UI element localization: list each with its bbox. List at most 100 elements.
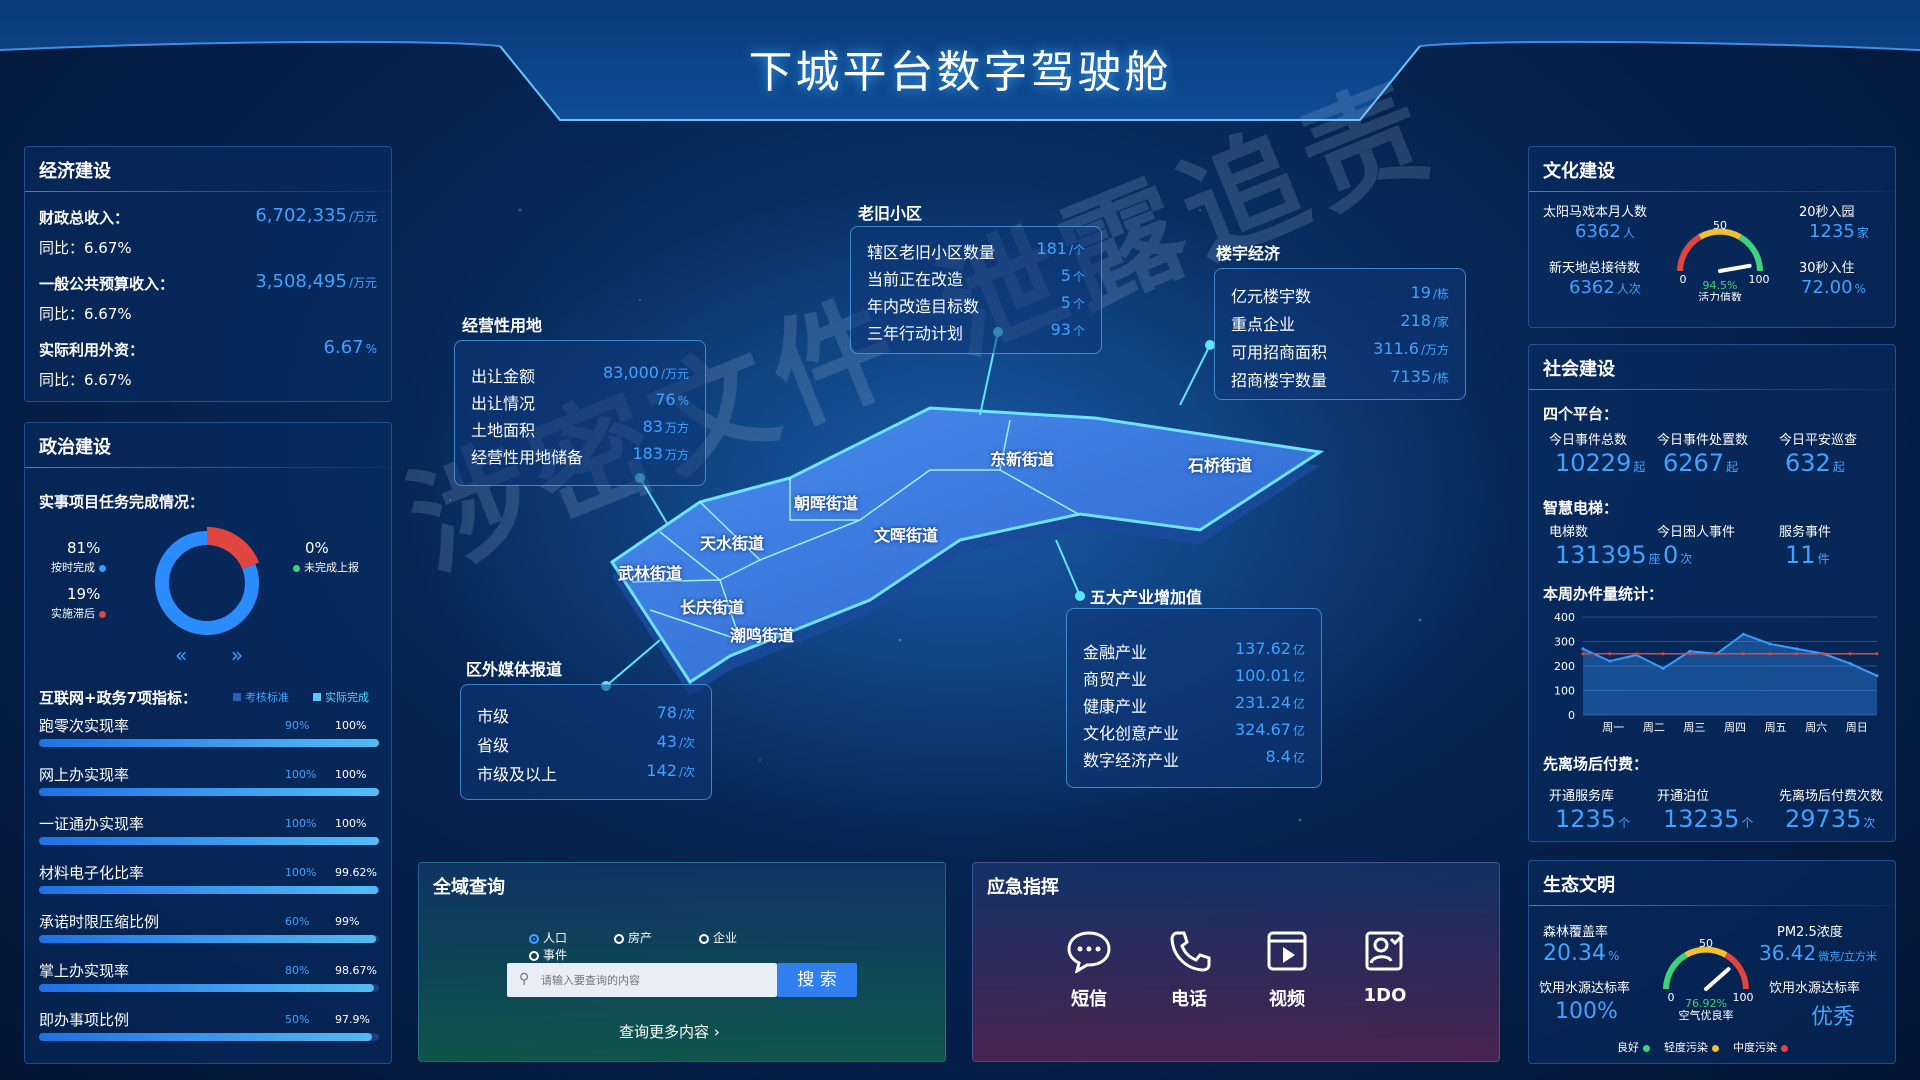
card-row-value: 83,000/万元	[602, 363, 689, 382]
card-row-value: 83 万方	[642, 417, 689, 436]
emergency-person-check-button[interactable]: 1DO	[1345, 929, 1425, 1006]
land-card: 出让金额 83,000/万元 出让情况 76% 土地面积 83 万方 经营性用地储备 183 万方	[454, 340, 706, 486]
card-row: 健康产业 231.24 亿	[1083, 693, 1305, 717]
land-title: 经营性用地	[462, 316, 543, 335]
search-type-options: 人口 房产 企业事件	[529, 929, 849, 963]
card-row-value: 324.67 亿	[1235, 720, 1305, 739]
emergency-button-label: 视频	[1269, 989, 1305, 1010]
x-tick-label: 周一	[1602, 721, 1624, 734]
card-row-value: 78/次	[656, 703, 695, 722]
card-row-label: 辖区老旧小区数量	[867, 243, 996, 262]
legend-item: 中度污染	[1733, 1041, 1788, 1054]
gauge-mid-label: 50	[1699, 937, 1713, 950]
park-entry-label: 20秒入园	[1799, 205, 1855, 220]
stat-value: 131395 座	[1555, 541, 1661, 569]
card-row-label: 商贸产业	[1083, 670, 1148, 689]
pm-label: PM2.5浓度	[1777, 925, 1843, 940]
card-row-value: 43/次	[656, 732, 695, 751]
stat-value: 1235 个	[1555, 805, 1631, 833]
card-row-label: 省级	[477, 736, 510, 755]
gauge-caption: 空气优良率	[1679, 1008, 1734, 1022]
xintiandi-value: 6362 人次	[1569, 277, 1641, 298]
industry-title: 五大产业增加值	[1090, 588, 1203, 607]
gauge-min-label: 0	[1668, 991, 1675, 1004]
district-label[interactable]: 石桥街道	[1188, 452, 1252, 476]
air-legend: 良好 轻度污染 中度污染	[1617, 1039, 1802, 1055]
x-tick-label: 周二	[1643, 721, 1665, 734]
circus-label: 太阳马戏本月人数	[1543, 205, 1648, 220]
radio-icon	[699, 933, 709, 944]
search-text-field[interactable]	[541, 969, 769, 991]
district-label[interactable]: 东新街道	[990, 446, 1054, 470]
emergency-button-label: 短信	[1071, 989, 1107, 1010]
card-row-label: 土地面积	[471, 421, 536, 440]
gauge-needle	[1704, 967, 1731, 991]
industry-card: 金融产业 137.62 亿商贸产业 100.01 亿健康产业 231.24 亿文化创意产业 3…	[1066, 608, 1322, 788]
district-label[interactable]: 文晖街道	[874, 522, 938, 546]
stat-value: 11 件	[1785, 541, 1830, 569]
emergency-panel: 应急指挥 短信 电话 视频 1DO	[972, 862, 1500, 1062]
card-row: 土地面积 83 万方	[471, 417, 689, 441]
card-row-value: 181/个	[1036, 239, 1085, 258]
card-row-value: 19/栋	[1410, 283, 1449, 302]
more-link[interactable]: 查询更多内容 ›	[619, 1021, 720, 1042]
divider	[1529, 905, 1895, 906]
card-row-label: 当前正在改造	[867, 270, 964, 289]
district-label[interactable]: 长庆街道	[680, 594, 744, 618]
ecology-title: 生态文明	[1543, 875, 1615, 896]
emergency-video-button[interactable]: 视频	[1247, 929, 1327, 1011]
data-point	[1715, 652, 1719, 656]
card-row: 年内改造目标数 5 个	[867, 293, 1085, 317]
card-row-value: 93 个	[1050, 320, 1085, 339]
card-row: 辖区老旧小区数量 181/个	[867, 239, 1085, 263]
card-row-label: 三年行动计划	[867, 324, 964, 343]
card-row-value: 231.24 亿	[1235, 693, 1305, 712]
air-quality-gauge: 50 0 100 76.92% 空气优良率	[1663, 937, 1754, 1022]
emergency-chat-bubble-button[interactable]: 短信	[1049, 929, 1129, 1011]
search-type-option[interactable]: 人口	[529, 929, 614, 946]
district-label[interactable]: 朝晖街道	[794, 490, 858, 514]
card-row-label: 市级	[477, 707, 510, 726]
card-row-value: 218/家	[1400, 311, 1449, 330]
district-label[interactable]: 潮鸣街道	[730, 622, 794, 646]
stat-label: 今日平安巡查	[1779, 433, 1858, 448]
search-type-option[interactable]: 企业	[699, 929, 784, 946]
card-row: 出让情况 76%	[471, 390, 689, 414]
chat-bubble-icon	[1049, 929, 1129, 977]
search-input[interactable]: ⚲	[507, 963, 777, 997]
card-row: 文化创意产业 324.67 亿	[1083, 720, 1305, 744]
stat-label: 今日困人事件	[1657, 525, 1736, 540]
district-label[interactable]: 天水街道	[700, 530, 764, 554]
card-row-value: 137.62 亿	[1235, 639, 1305, 658]
stat-value: 632 起	[1785, 449, 1845, 477]
culture-panel: 文化建设 太阳马戏本月人数 6362 人 新天地总接待数 6362 人次 50 0 …	[1528, 146, 1896, 328]
search-button[interactable]: 搜 索	[777, 963, 857, 997]
card-row: 重点企业 218/家	[1231, 311, 1449, 335]
card-row-label: 招商楼宇数量	[1231, 371, 1328, 390]
stat-label: 开通服务库	[1549, 789, 1615, 804]
forest-value: 20.34%	[1543, 941, 1620, 966]
card-row-label: 出让金额	[471, 367, 536, 386]
emergency-phone-button[interactable]: 电话	[1149, 929, 1229, 1011]
stat-value: 13235 个	[1663, 805, 1754, 833]
y-tick-label: 300	[1554, 636, 1575, 649]
card-row-value: 311.6/万方	[1373, 339, 1449, 358]
search-type-option[interactable]: 房产	[614, 929, 699, 946]
x-tick-label: 周三	[1683, 721, 1705, 734]
forest-label: 森林覆盖率	[1543, 925, 1609, 940]
card-row: 省级 43/次	[477, 732, 695, 756]
video-icon	[1247, 929, 1327, 977]
card-row: 数字经济产业 8.4 亿	[1083, 747, 1305, 771]
data-point	[1795, 647, 1799, 651]
legend-item: 轻度污染	[1664, 1041, 1719, 1054]
emergency-title: 应急指挥	[987, 877, 1059, 898]
search-title: 全域查询	[433, 877, 505, 898]
search-type-option[interactable]: 事件	[529, 946, 614, 963]
stat-label: 服务事件	[1779, 525, 1832, 540]
pm-value: 36.42 微克/立方米	[1759, 941, 1877, 965]
card-row-label: 年内改造目标数	[867, 297, 980, 316]
search-panel: 全域查询 人口房产企业事件 ⚲ 搜 索 查询更多内容 ›	[418, 862, 946, 1062]
district-label[interactable]: 武林街道	[618, 560, 682, 584]
data-point	[1875, 652, 1879, 656]
data-point	[1581, 647, 1585, 651]
